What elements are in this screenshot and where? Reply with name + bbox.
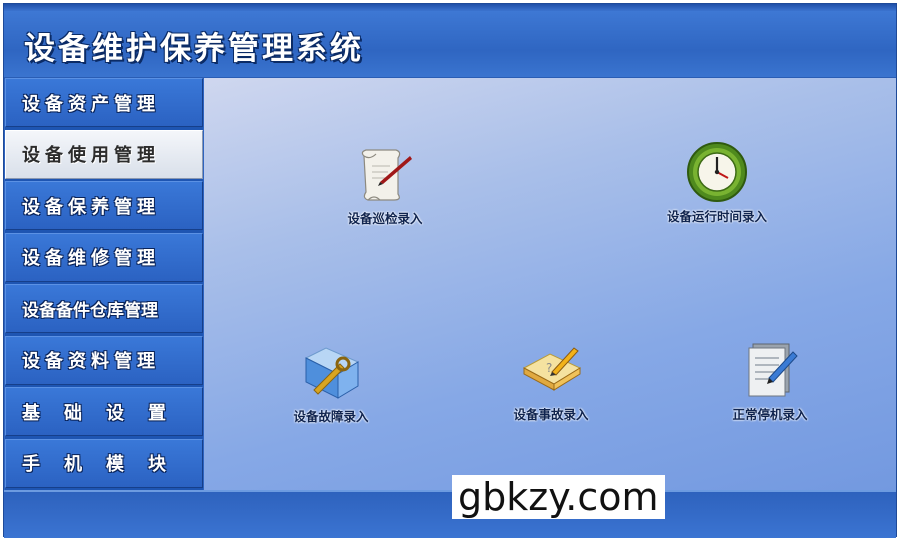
sidebar-item-label: 设备保养管理 [22, 196, 160, 218]
sidebar-item-spare-parts-warehouse[interactable]: 设备备件仓库管理 [5, 284, 203, 333]
tile-label: 设备运行时间录入 [666, 209, 767, 224]
tile-shutdown-entry[interactable]: 正常停机录入 [695, 338, 845, 423]
footer-bar [4, 490, 896, 538]
sidebar-item-asset-management[interactable]: 设备资产管理 [5, 78, 203, 127]
tile-label: 设备事故录入 [513, 407, 589, 422]
top-strip [4, 4, 896, 11]
tile-label: 正常停机录入 [732, 407, 808, 422]
tile-fault-entry[interactable]: 设备故障录入 [256, 340, 406, 425]
app-title: 设备维护保养管理系统 [24, 31, 364, 67]
clock-icon [687, 142, 747, 202]
sidebar: 设备资产管理 设备使用管理 设备保养管理 设备维修管理 设备备件仓库管理 设备资… [5, 78, 203, 490]
sidebar-item-label: 基础设置 [22, 402, 190, 424]
main-content: 设备巡检录入 设备运行时间录入 设备故障录入 ? 设备事故录入 正常停机录入 [204, 78, 896, 490]
sidebar-item-label: 设备资产管理 [22, 93, 160, 115]
sidebar-item-label: 设备维修管理 [22, 248, 160, 269]
header: 设备维护保养管理系统 [4, 11, 896, 79]
tile-label: 设备故障录入 [293, 409, 369, 424]
scroll-quill-icon [361, 149, 412, 201]
notebook-pencil-icon: ? [522, 347, 582, 391]
svg-text:?: ? [546, 361, 552, 375]
tile-label: 设备巡检录入 [347, 211, 423, 226]
watermark: gbkzy.com [452, 475, 665, 519]
sidebar-item-usage-management[interactable]: 设备使用管理 [5, 129, 203, 179]
sidebar-item-documents-management[interactable]: 设备资料管理 [5, 335, 203, 385]
tile-accident-entry[interactable]: ? 设备事故录入 [476, 338, 626, 423]
sidebar-item-maintenance-management[interactable]: 设备保养管理 [5, 181, 203, 230]
sidebar-item-repair-management[interactable]: 设备维修管理 [5, 232, 203, 282]
app-window: 设备维护保养管理系统 设备资产管理 设备使用管理 设备保养管理 设备维修管理 设… [3, 3, 897, 538]
sidebar-item-label: 设备资料管理 [22, 351, 160, 372]
sidebar-item-label: 手机模块 [22, 454, 190, 475]
sidebar-item-label: 设备备件仓库管理 [22, 301, 158, 321]
tile-inspection-entry[interactable]: 设备巡检录入 [310, 142, 460, 227]
document-pen-icon [748, 343, 798, 397]
sidebar-item-label: 设备使用管理 [22, 145, 160, 166]
tile-runtime-entry[interactable]: 设备运行时间录入 [642, 140, 792, 225]
sidebar-item-mobile-module[interactable]: 手机模块 [5, 438, 203, 488]
folder-wrench-icon [304, 347, 360, 399]
sidebar-item-basic-settings[interactable]: 基础设置 [5, 387, 203, 436]
